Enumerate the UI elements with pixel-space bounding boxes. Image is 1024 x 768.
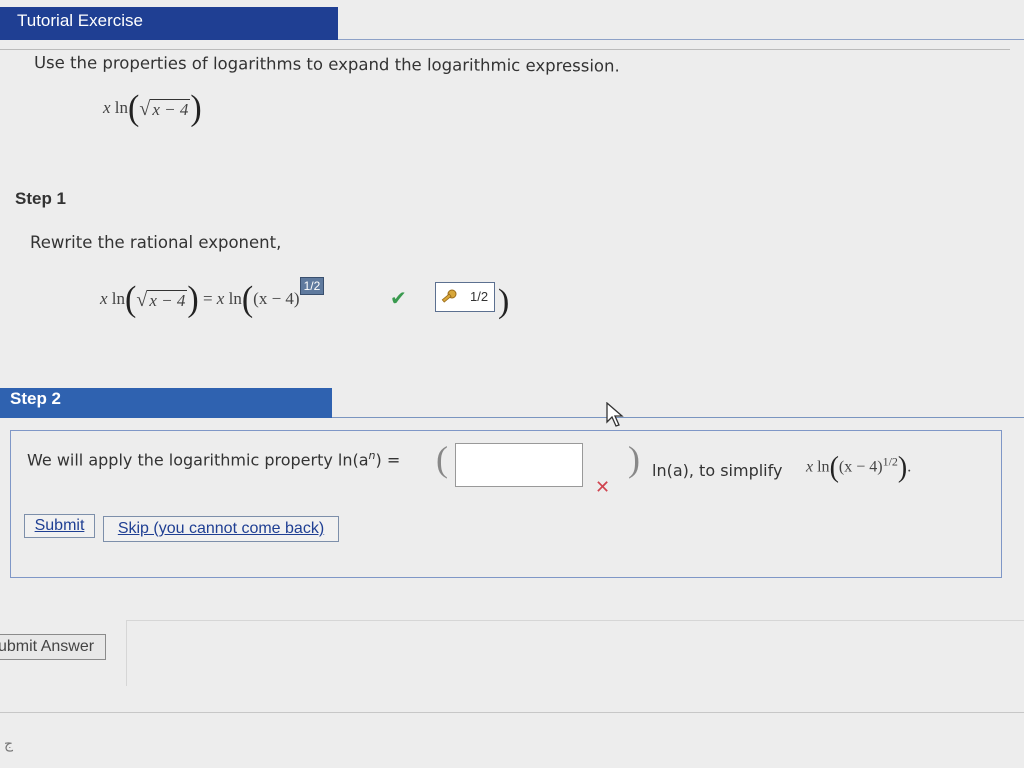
radical-icon: √ [139,97,151,120]
exponent-answer-box[interactable]: 1/2 [299,276,325,295]
header-divider [0,49,1010,50]
step2-coef: x [806,458,814,476]
rhs-coef: x [216,288,225,308]
lower-panel [126,620,1024,686]
check-icon: ✔ [390,286,407,310]
header-title: Tutorial Exercise [17,11,143,30]
rhs-open-paren: ( [241,280,254,319]
rhs-close-paren: ) [498,283,510,320]
step2-close-paren: ) [897,451,908,484]
step2-text-after: ) = [375,450,401,470]
step2-open-paren: ( [829,451,839,484]
step2-rule [332,417,1024,418]
exponent-answer-input[interactable] [455,443,583,487]
rhs-fn: ln [228,288,242,308]
tutorial-header: Tutorial Exercise [0,7,338,40]
step2-text-before: We will apply the logarithmic property l… [27,450,369,470]
equals-sign: = [202,288,213,308]
submit-answer-button[interactable]: ubmit Answer [0,634,106,660]
step2-exponent: 1/2 [882,454,898,469]
step2-label: Step 2 [10,389,62,408]
step1-equation: x ln(√ x − 4) = x ln((x − 4)1/2 [100,276,325,319]
lhs-radicand: x − 4 [147,289,188,310]
step2-text: We will apply the logarithmic property l… [27,449,400,469]
rhs-base: (x − 4) [253,288,300,308]
step2-fn: ln [817,458,830,476]
step2-header: Step 2 [0,388,332,418]
footer-glyph: ج [4,736,14,752]
expr-fn: ln [114,97,129,117]
problem-expression: x ln(√ x − 4) [103,89,202,128]
step2-expression: x ln((x − 4)1/2). [806,451,912,484]
lhs-fn: ln [111,288,126,308]
key-value: 1/2 [470,289,489,304]
step2-tail-text: ln(a), to simplify [652,461,783,480]
key-icon [441,289,457,303]
radical-icon: √ [136,288,148,311]
expr-coef: x [103,97,111,117]
answer-key-box[interactable]: 1/2 [435,282,495,312]
close-paren: ) [190,89,202,128]
skip-button[interactable]: Skip (you cannot come back) [103,516,339,542]
lhs-sqrt: √ x − 4 [136,288,188,312]
step1-label: Step 1 [15,189,67,208]
step2-base: (x − 4) [838,458,883,476]
input-open-paren: ( [436,439,448,479]
step1-text: Rewrite the rational exponent, [30,233,282,252]
lhs-coef: x [100,288,108,308]
input-close-paren: ) [628,439,640,479]
step2-superscript: n [368,449,376,462]
instruction-text: Use the properties of logarithms to expa… [33,53,620,76]
mouse-cursor-icon [606,402,624,427]
header-rule [338,39,1024,40]
lhs-open-paren: ( [125,280,137,319]
lhs-close-paren: ) [187,280,199,319]
step2-trailing: . [907,458,912,476]
sqrt: √ x − 4 [139,97,191,121]
bottom-divider [0,712,1024,713]
open-paren: ( [128,89,140,128]
x-icon: ✕ [595,477,611,498]
radicand: x − 4 [150,98,191,119]
submit-button[interactable]: Submit [24,514,95,538]
